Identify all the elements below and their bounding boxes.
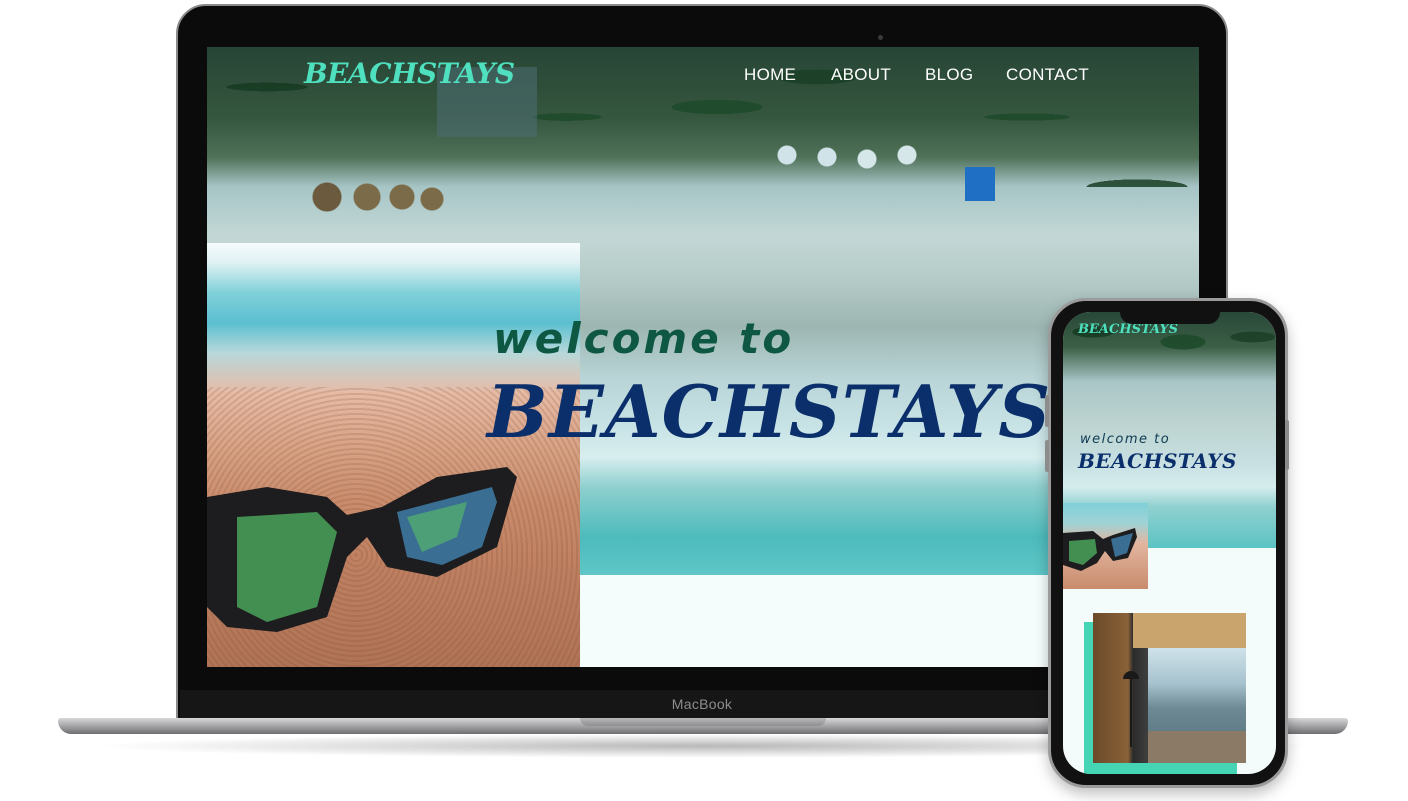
mobile-room-photo [1093, 613, 1246, 763]
umbrella-image [965, 167, 995, 201]
room-ceiling [1133, 613, 1246, 648]
lamp-stem [1130, 677, 1132, 747]
hero-brand-title: BEACHSTAYS [487, 369, 1052, 454]
mobile-sunglasses-photo [1063, 503, 1148, 589]
phone-side-button [1285, 420, 1289, 470]
mobile-brand-title: BEACHSTAYS [1078, 449, 1237, 473]
mobile-sunglasses-icon [1063, 528, 1137, 571]
hero-welcome-text: welcome to [493, 314, 795, 363]
phone-volume-up [1045, 395, 1049, 427]
phone-notch [1120, 308, 1220, 324]
mobile-welcome-text: welcome to [1080, 432, 1171, 447]
nav-about[interactable]: ABOUT [831, 65, 891, 85]
mobile-content-section [1148, 548, 1276, 598]
sofa-icon [1148, 731, 1246, 763]
phone-screen: BEACHSTAYS welcome to BEACHSTAYS [1063, 312, 1276, 774]
nav-contact[interactable]: CONTACT [1006, 65, 1089, 85]
site-logo[interactable]: BEACHSTAYS [304, 57, 515, 90]
phone-volume-down [1045, 440, 1049, 472]
camera-icon [878, 35, 883, 40]
laptop-notch [580, 718, 826, 726]
mobile-logo[interactable]: BEACHSTAYS [1078, 322, 1178, 337]
nav-blog[interactable]: BLOG [925, 65, 973, 85]
nav-home[interactable]: HOME [744, 65, 796, 85]
sunglasses-icon [207, 467, 517, 632]
